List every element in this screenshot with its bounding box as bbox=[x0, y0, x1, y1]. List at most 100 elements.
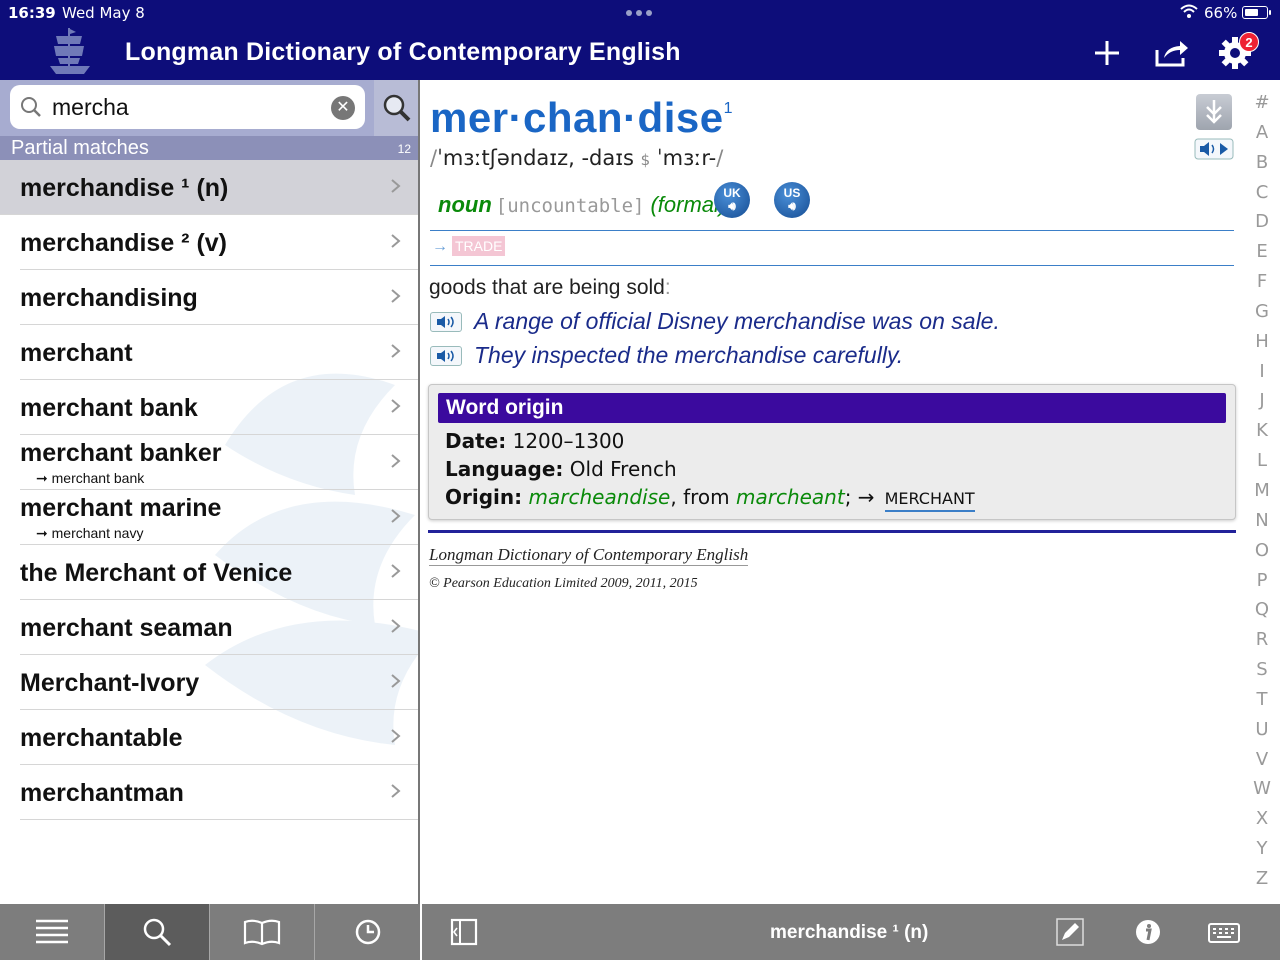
example-audio-button[interactable] bbox=[430, 311, 462, 332]
word-origin-box: Word origin Date: 1200–1300 Language: Ol… bbox=[428, 384, 1236, 520]
crossref-trade-link[interactable]: TRADE bbox=[452, 236, 506, 256]
search-box: ✕ bbox=[10, 85, 365, 129]
alphabet-index-letter[interactable]: E bbox=[1244, 241, 1280, 271]
list-item[interactable]: merchant marine ➞ merchant navy bbox=[20, 490, 418, 545]
us-audio-button[interactable]: US 🔊︎ bbox=[774, 182, 810, 218]
definition-text: goods that are being sold bbox=[429, 276, 665, 299]
download-button[interactable] bbox=[1196, 94, 1232, 130]
list-item[interactable]: merchant seaman bbox=[20, 600, 418, 655]
alphabet-index-letter[interactable]: O bbox=[1244, 540, 1280, 570]
info-button[interactable] bbox=[1128, 914, 1168, 950]
battery-percent: 66% bbox=[1204, 4, 1238, 22]
download-arrow-icon bbox=[1206, 100, 1222, 124]
list-item[interactable]: merchantable bbox=[20, 710, 418, 765]
clock-icon bbox=[355, 919, 380, 945]
note-button[interactable] bbox=[1050, 914, 1090, 950]
uk-label: UK bbox=[723, 186, 741, 200]
alphabet-index-letter[interactable]: T bbox=[1244, 689, 1280, 719]
alphabet-index-letter[interactable]: V bbox=[1244, 749, 1280, 779]
example-audio-button[interactable] bbox=[430, 345, 462, 366]
bottom-tab-bar bbox=[0, 904, 420, 960]
list-item[interactable]: merchantman bbox=[20, 765, 418, 820]
list-item[interactable]: merchandise ² (v) bbox=[20, 215, 418, 270]
uk-audio-button[interactable]: UK 🔊︎ bbox=[714, 182, 750, 218]
alphabet-index[interactable]: # A B C D E F G H I J K L M N O P Q R S T U V W X Y Z bbox=[1244, 92, 1280, 898]
wifi-icon bbox=[1180, 4, 1198, 18]
alphabet-index-letter[interactable]: H bbox=[1244, 331, 1280, 361]
list-item[interactable]: Merchant-Ivory bbox=[20, 655, 418, 710]
status-bar: 16:39 Wed May 8 66% bbox=[0, 0, 1280, 26]
alphabet-index-letter[interactable]: Z bbox=[1244, 868, 1280, 898]
alphabet-index-letter[interactable]: I bbox=[1244, 361, 1280, 391]
speaker-icon bbox=[437, 349, 454, 362]
list-item[interactable]: merchandising bbox=[20, 270, 418, 325]
pronunciation: /ˈmɜːtʃəndaɪz, -daɪs $ ˈmɜːr-/ bbox=[430, 146, 724, 170]
alphabet-index-letter[interactable]: X bbox=[1244, 808, 1280, 838]
alphabet-index-letter[interactable]: Y bbox=[1244, 838, 1280, 868]
speaker-icon: 🔊︎ bbox=[788, 199, 796, 213]
dictionary-credit[interactable]: Longman Dictionary of Contemporary Engli… bbox=[429, 545, 749, 566]
tab-menu[interactable] bbox=[0, 904, 105, 960]
alphabet-index-letter[interactable]: A bbox=[1244, 122, 1280, 152]
alphabet-index-letter[interactable]: L bbox=[1244, 450, 1280, 480]
alphabet-index-letter[interactable]: N bbox=[1244, 510, 1280, 540]
list-item[interactable]: merchant bank bbox=[20, 380, 418, 435]
alphabet-index-letter[interactable]: C bbox=[1244, 182, 1280, 212]
ship-logo-icon[interactable] bbox=[48, 26, 92, 78]
info-icon bbox=[1136, 920, 1160, 944]
search-button[interactable] bbox=[374, 80, 418, 136]
multitasking-dots-icon[interactable] bbox=[626, 10, 652, 16]
alphabet-index-letter[interactable]: F bbox=[1244, 271, 1280, 301]
list-item[interactable]: the Merchant of Venice bbox=[20, 545, 418, 600]
list-item-title: merchantman bbox=[20, 779, 184, 807]
chevron-right-icon bbox=[391, 784, 401, 798]
search-input[interactable] bbox=[52, 92, 322, 122]
pron-uk: ˈmɜːtʃəndaɪz, -daɪs bbox=[437, 146, 634, 170]
tab-book[interactable] bbox=[210, 904, 315, 960]
divider bbox=[428, 530, 1236, 533]
chevron-right-icon bbox=[391, 564, 401, 578]
part-of-speech: noun bbox=[438, 192, 492, 217]
list-item-title: merchant seaman bbox=[20, 614, 233, 642]
list-item[interactable]: merchant bbox=[20, 325, 418, 380]
alphabet-index-letter[interactable]: D bbox=[1244, 211, 1280, 241]
alphabet-index-letter[interactable]: U bbox=[1244, 719, 1280, 749]
keyboard-button[interactable] bbox=[1204, 914, 1244, 950]
merchant-link[interactable]: MERCHANT bbox=[884, 489, 975, 512]
tab-search[interactable] bbox=[105, 904, 210, 960]
alphabet-index-letter[interactable]: # bbox=[1244, 92, 1280, 122]
add-button[interactable] bbox=[1087, 34, 1127, 72]
share-icon bbox=[1155, 41, 1188, 67]
toggle-sidebar-button[interactable] bbox=[444, 914, 484, 950]
alphabet-index-letter[interactable]: W bbox=[1244, 778, 1280, 808]
results-list: merchandise ¹ (n) merchandise ² (v) merc… bbox=[0, 160, 418, 820]
partial-matches-header: Partial matches 12 bbox=[0, 136, 418, 161]
search-bar: ✕ bbox=[0, 80, 418, 136]
divider bbox=[430, 230, 1234, 231]
list-item-crossref: ➞ merchant bank bbox=[36, 470, 145, 486]
speaker-icon bbox=[437, 315, 454, 328]
list-item[interactable]: merchandise ¹ (n) bbox=[0, 160, 418, 215]
definition-punct: : bbox=[664, 276, 671, 299]
alphabet-index-letter[interactable]: K bbox=[1244, 420, 1280, 450]
list-item-title: Merchant-Ivory bbox=[20, 669, 200, 697]
chevron-right-icon bbox=[391, 399, 401, 413]
share-button[interactable] bbox=[1152, 34, 1192, 72]
alphabet-index-letter[interactable]: S bbox=[1244, 659, 1280, 689]
alphabet-index-letter[interactable]: Q bbox=[1244, 599, 1280, 629]
alphabet-index-letter[interactable]: G bbox=[1244, 301, 1280, 331]
alphabet-index-letter[interactable]: B bbox=[1244, 152, 1280, 182]
grammar-label: [uncountable] bbox=[495, 195, 645, 217]
list-item[interactable]: merchant banker ➞ merchant bank bbox=[20, 435, 418, 490]
settings-button[interactable]: 2 bbox=[1215, 32, 1259, 72]
headword: mer·chan·dise1 bbox=[430, 94, 733, 142]
pron-us: ˈmɜːr- bbox=[656, 146, 717, 170]
play-sound-icon[interactable] bbox=[1194, 138, 1234, 160]
clear-search-icon[interactable]: ✕ bbox=[331, 96, 355, 120]
alphabet-index-letter[interactable]: R bbox=[1244, 629, 1280, 659]
alphabet-index-letter[interactable]: J bbox=[1244, 390, 1280, 420]
chevron-right-icon bbox=[391, 179, 401, 193]
alphabet-index-letter[interactable]: P bbox=[1244, 570, 1280, 600]
alphabet-index-letter[interactable]: M bbox=[1244, 480, 1280, 510]
tab-history[interactable] bbox=[315, 904, 420, 960]
